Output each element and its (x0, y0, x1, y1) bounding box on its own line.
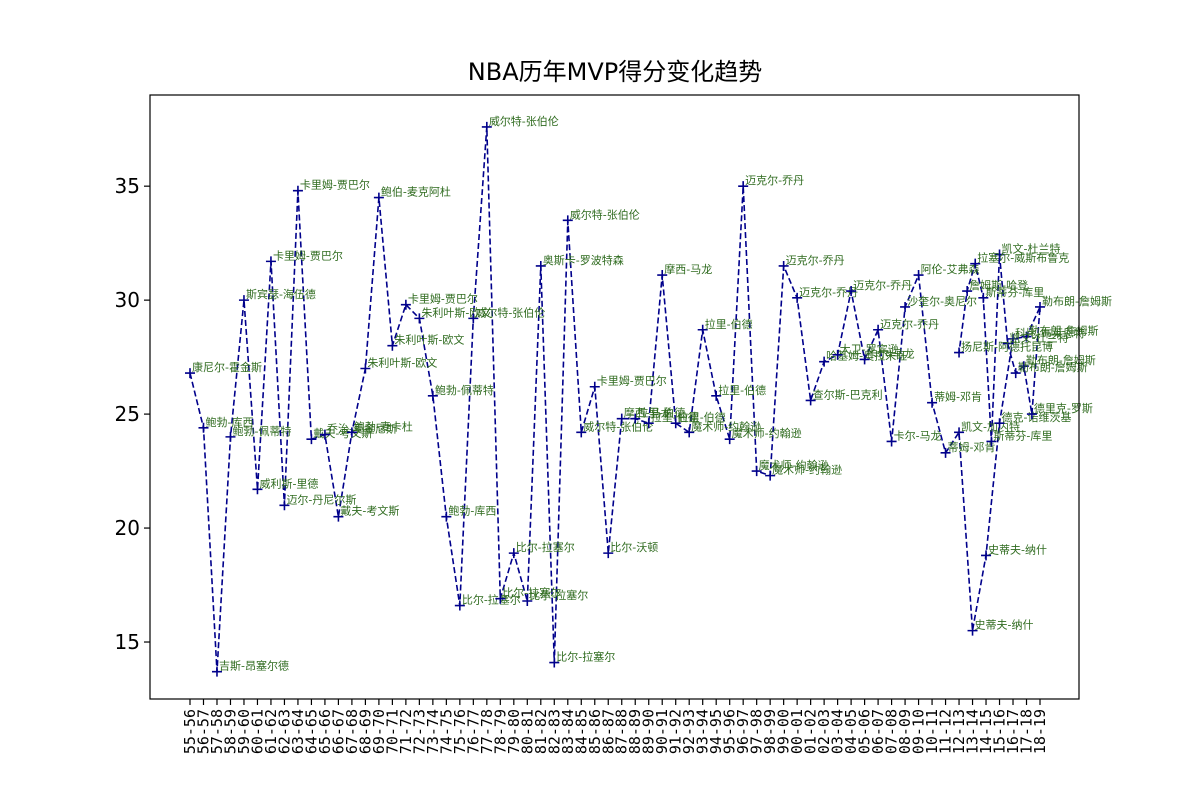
data-point-label: 比尔-拉塞尔 (529, 588, 588, 602)
data-point-label: 吉斯-昂塞尔德 (219, 659, 289, 673)
data-point-label: 比尔-拉塞尔 (556, 650, 615, 664)
y-tick-label: 35 (115, 174, 140, 198)
data-point-label: 魔术师-约翰逊 (732, 426, 802, 440)
data-point-label: 斯宾瑟-海伍德 (246, 287, 316, 301)
data-point-label: 史蒂夫-纳什 (988, 543, 1047, 556)
data-point-label: 威尔特-张伯伦 (489, 114, 559, 128)
data-point-label: 勒布朗-詹姆斯 (1042, 294, 1112, 308)
data-point-label: 拉里-伯德 (705, 317, 753, 331)
data-point-label: 威利斯-里德 (259, 476, 318, 490)
data-point-label: 迈克尔-乔丹 (853, 279, 912, 292)
data-point-label: 鲍勃-麦卡杜 (354, 419, 413, 433)
chart-background (0, 0, 1200, 800)
data-point-label: 卡尔-马龙 (894, 429, 942, 442)
data-point-label: 查尔斯-巴克利 (813, 387, 883, 401)
line-chart: NBA历年MVP得分变化趋势 152025303555-5656-5757-58… (0, 0, 1200, 800)
x-tick-label: 18-19 (1031, 709, 1049, 754)
data-point-label: 魔术师-约翰逊 (772, 463, 842, 477)
data-point-label: 奥斯卡-罗波特森 (543, 253, 624, 267)
data-point-label: 迈克尔-乔丹 (786, 254, 845, 267)
data-point-label: 威尔特-张伯伦 (570, 207, 640, 221)
data-point-label: 勒布朗-詹姆斯 (1018, 360, 1088, 374)
data-point-label: 鲍勃-佩蒂特 (232, 424, 291, 438)
chart-title: NBA历年MVP得分变化趋势 (468, 58, 762, 86)
data-point-label: 拉里-伯德 (718, 383, 766, 397)
data-point-label: 斯蒂芬-库里 (993, 429, 1052, 442)
data-point-label: 卡里姆-贾巴尔 (597, 374, 667, 388)
data-point-label: 迈克尔-乔丹 (745, 174, 804, 187)
data-point-label: 威尔特-张伯伦 (475, 305, 545, 319)
data-point-label: 摩西-马龙 (664, 262, 712, 276)
data-point-label: 比尔-沃顿 (610, 540, 658, 554)
data-point-label: 比尔-拉塞尔 (516, 540, 575, 554)
data-point-label: 拉塞尔-威斯布鲁克 (977, 251, 1069, 265)
y-tick-label: 25 (115, 402, 140, 426)
data-point-label: 迈克尔-乔丹 (880, 318, 939, 331)
data-point-label: 史蒂夫-纳什 (975, 619, 1034, 632)
data-point-label: 卡里姆-贾巴尔 (408, 292, 478, 306)
data-point-label: 卡里姆-贾巴尔 (300, 178, 370, 192)
y-tick-label: 15 (115, 630, 140, 654)
data-point-label: 鲍勃-库西 (448, 504, 496, 518)
data-point-label: 迈克尔-乔丹 (799, 286, 858, 299)
data-point-label: 蒂姆-邓肯 (934, 390, 982, 404)
data-point-label: 詹姆斯-哈登 (969, 278, 1028, 292)
data-point-label: 卡尔-马龙 (867, 347, 915, 360)
y-tick-label: 20 (115, 516, 140, 540)
data-point-label: 朱利叶斯-欧文 (367, 356, 437, 370)
data-point-label: 鲍伯-麦克阿杜 (381, 185, 451, 199)
y-tick-label: 30 (115, 288, 140, 312)
data-point-label: 康尼尔-霍金斯 (192, 360, 262, 374)
data-point-label: 德里克-罗斯 (1034, 401, 1093, 415)
data-point-label: 沙奎尔-奥尼尔 (907, 294, 977, 308)
data-point-label: 鲍勃-佩蒂特 (435, 383, 494, 397)
data-point-label: 朱利叶斯-欧文 (394, 333, 464, 347)
data-point-label: 戴夫-考文斯 (340, 504, 399, 518)
data-point-label: 威尔特-张伯伦 (583, 419, 653, 433)
data-point-label: 扬尼斯-阿德托昆博 (961, 340, 1053, 354)
data-point-label: 卡里姆-贾巴尔 (273, 248, 343, 262)
